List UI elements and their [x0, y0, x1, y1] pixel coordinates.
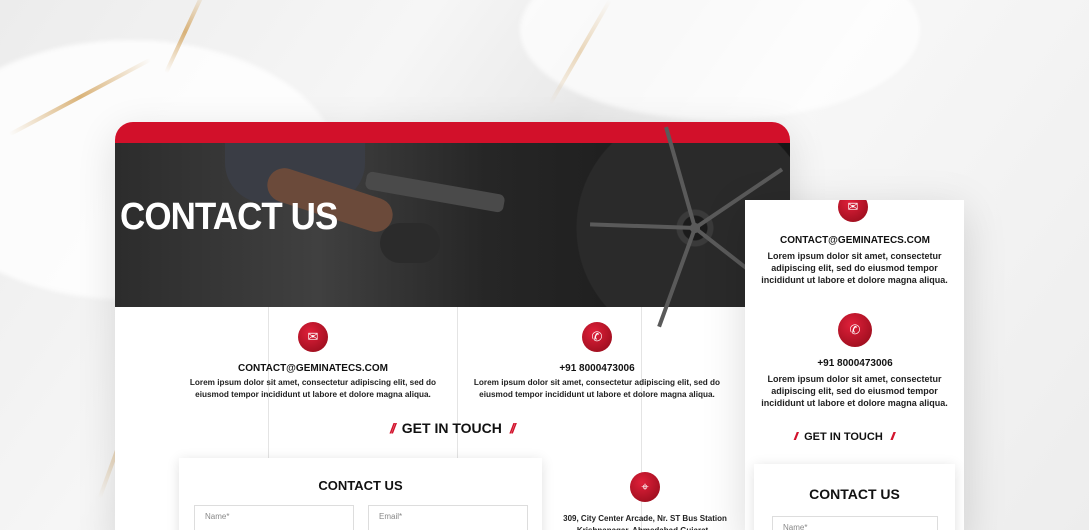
- envelope-icon: ✉: [838, 200, 868, 222]
- phone-icon: ✆: [582, 322, 612, 352]
- mobile-phone-text: Lorem ipsum dolor sit amet, consectetur …: [761, 374, 948, 408]
- mobile-form-title: CONTACT US: [809, 486, 900, 502]
- hero-title: CONTACT US: [120, 196, 338, 238]
- slash-decoration-left: //: [794, 431, 798, 443]
- mobile-mockup: ✉ CONTACT@GEMINATECS.COM Lorem ipsum dol…: [745, 200, 964, 530]
- phone-contact-text: Lorem ipsum dolor sit amet, consectetur …: [473, 378, 721, 399]
- mobile-phone-title[interactable]: +91 8000473006: [745, 358, 964, 369]
- email-contact-title[interactable]: CONTACT@GEMINATECS.COM: [183, 363, 443, 374]
- get-in-touch-label: GET IN TOUCH: [401, 420, 502, 436]
- envelope-icon: ✉: [298, 322, 328, 352]
- mobile-name-input[interactable]: Name*: [772, 516, 938, 530]
- contact-form-card: CONTACT US Name* Email*: [179, 458, 542, 530]
- desktop-mockup: CONTACT US ✉ CONTACT@GEMINATECS.COM Lore…: [115, 122, 790, 530]
- email-input[interactable]: Email*: [368, 505, 528, 530]
- get-in-touch-heading: // GET IN TOUCH //: [390, 420, 516, 436]
- mobile-email-text: Lorem ipsum dolor sit amet, consectetur …: [761, 251, 948, 285]
- map-pin-icon: ⌖: [630, 472, 660, 502]
- mobile-get-in-touch-label: GET IN TOUCH: [804, 431, 883, 443]
- phone-icon: ✆: [838, 313, 872, 347]
- hero-banner: CONTACT US: [115, 126, 790, 328]
- mobile-get-in-touch-heading: // GET IN TOUCH //: [794, 431, 895, 443]
- top-accent-bar: [115, 122, 790, 143]
- name-input[interactable]: Name*: [194, 505, 354, 530]
- address-text: 309, City Center Arcade, Nr. ST Bus Stat…: [563, 514, 727, 530]
- slash-decoration-right: //: [890, 431, 895, 443]
- slash-decoration-left: //: [390, 420, 396, 436]
- form-title: CONTACT US: [318, 478, 403, 493]
- email-contact-text: Lorem ipsum dolor sit amet, consectetur …: [189, 378, 437, 399]
- mobile-email-title[interactable]: CONTACT@GEMINATECS.COM: [745, 235, 964, 246]
- slash-decoration-right: //: [509, 420, 516, 436]
- mobile-contact-form-card: CONTACT US Name*: [754, 464, 955, 530]
- phone-contact-title[interactable]: +91 8000473006: [467, 363, 727, 374]
